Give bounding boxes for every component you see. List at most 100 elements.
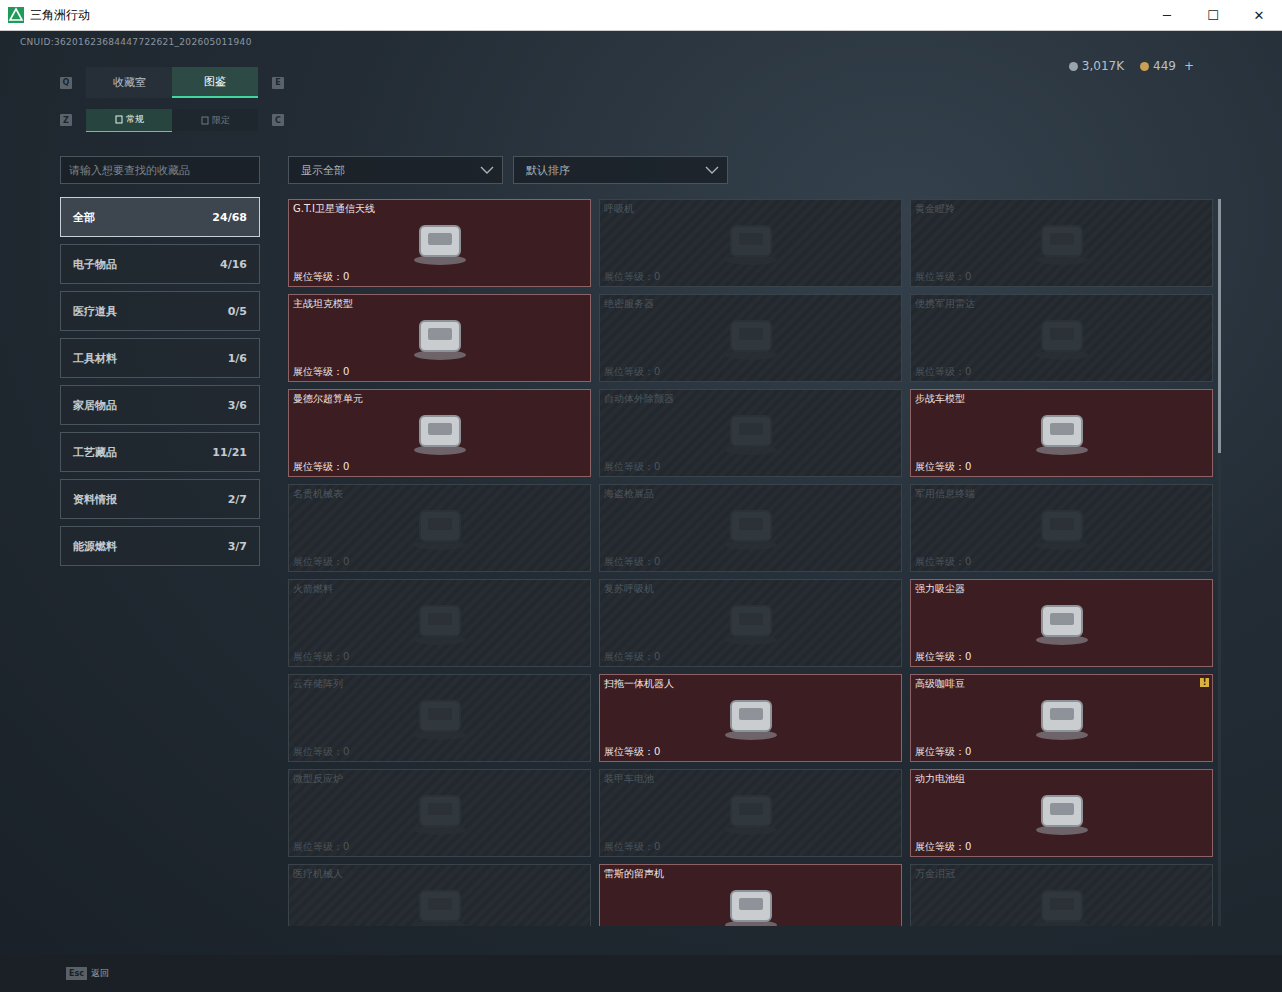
- collection-card[interactable]: 动力电池组展位等级：0: [910, 769, 1213, 857]
- key-hint: Q: [60, 77, 72, 89]
- item-icon: [1028, 499, 1096, 555]
- collection-card[interactable]: 绝密服务器展位等级：0: [599, 294, 902, 382]
- item-icon: [1028, 594, 1096, 650]
- collection-card[interactable]: 火箭燃料展位等级：0: [288, 579, 591, 667]
- item-icon: [406, 879, 474, 926]
- scrollbar[interactable]: [1218, 199, 1221, 926]
- item-name: 名贵机械表: [293, 487, 586, 501]
- collection-card[interactable]: 海盗枪展品展位等级：0: [599, 484, 902, 572]
- item-name: 绝密服务器: [604, 297, 897, 311]
- subtab[interactable]: 限定: [172, 109, 258, 131]
- item-name: 强力吸尘器: [915, 582, 1208, 596]
- subtab[interactable]: 常规: [86, 109, 172, 132]
- item-icon: [717, 594, 785, 650]
- sidebar-item[interactable]: 资料情报2/7: [60, 479, 260, 519]
- esc-key[interactable]: Esc: [66, 967, 87, 980]
- display-level: 展位等级：0: [915, 840, 1208, 854]
- display-level: 展位等级：0: [915, 460, 1208, 474]
- key-hint: C: [272, 114, 284, 126]
- key-hint: E: [272, 77, 284, 89]
- collection-card[interactable]: 医疗机械人: [288, 864, 591, 926]
- display-level: 展位等级：0: [604, 365, 897, 379]
- item-icon: [717, 404, 785, 460]
- sidebar-item[interactable]: 医疗道具0/5: [60, 291, 260, 331]
- category-label: 电子物品: [73, 257, 117, 272]
- collection-card[interactable]: 强力吸尘器展位等级：0: [910, 579, 1213, 667]
- collection-card[interactable]: 云存储阵列展位等级：0: [288, 674, 591, 762]
- search-input[interactable]: [60, 156, 260, 184]
- back-label[interactable]: 返回: [91, 967, 109, 980]
- collection-card[interactable]: 雷斯的留声机: [599, 864, 902, 926]
- collection-card[interactable]: 名贵机械表展位等级：0: [288, 484, 591, 572]
- collection-card[interactable]: 曼德尔超算单元展位等级：0: [288, 389, 591, 477]
- coin-icon: [1140, 62, 1149, 71]
- dropdown-value: 默认排序: [526, 163, 570, 178]
- display-level: 展位等级：0: [604, 555, 897, 569]
- collection-card[interactable]: 自动体外除颤器展位等级：0: [599, 389, 902, 477]
- item-icon: [406, 404, 474, 460]
- item-icon: [406, 499, 474, 555]
- collection-card[interactable]: 高级咖啡豆展位等级：0!: [910, 674, 1213, 762]
- collection-grid: G.T.I卫星通信天线展位等级：0呼吸机展位等级：0黄金瞪羚展位等级：0 主战坦克…: [288, 199, 1213, 926]
- collection-card[interactable]: 微型反应炉展位等级：0: [288, 769, 591, 857]
- category-label: 工具材料: [73, 351, 117, 366]
- display-level: 展位等级：0: [604, 270, 897, 284]
- item-name: 扫拖一体机器人: [604, 677, 897, 691]
- item-name: 火箭燃料: [293, 582, 586, 596]
- filter-dropdown[interactable]: 显示全部: [288, 156, 503, 184]
- item-name: 高级咖啡豆: [915, 677, 1208, 691]
- tab[interactable]: 收藏室: [86, 67, 172, 98]
- collection-card[interactable]: 万金泪冠: [910, 864, 1213, 926]
- sidebar-item[interactable]: 全部 24/68: [60, 197, 260, 237]
- item-icon: [406, 689, 474, 745]
- category-count: 3/6: [228, 399, 247, 412]
- display-level: 展位等级：0: [293, 460, 586, 474]
- tab[interactable]: 图鉴: [172, 67, 258, 98]
- category-count: 4/16: [220, 258, 247, 271]
- item-name: 装甲车电池: [604, 772, 897, 786]
- item-icon: [406, 594, 474, 650]
- category-count: 1/6: [228, 352, 247, 365]
- category-count: 24/68: [212, 211, 247, 224]
- item-icon: [717, 499, 785, 555]
- collection-card[interactable]: 呼吸机展位等级：0: [599, 199, 902, 287]
- collection-card[interactable]: 复苏呼吸机展位等级：0: [599, 579, 902, 667]
- collection-card[interactable]: 步战车模型展位等级：0: [910, 389, 1213, 477]
- scrollbar-thumb[interactable]: [1218, 199, 1221, 453]
- category-label: 全部: [73, 210, 95, 225]
- item-name: 主战坦克模型: [293, 297, 586, 311]
- category-count: 11/21: [212, 446, 247, 459]
- category-label: 医疗道具: [73, 304, 117, 319]
- sidebar-item[interactable]: 工具材料 1/6: [60, 338, 260, 378]
- collection-card[interactable]: 便携军用雷达展位等级：0: [910, 294, 1213, 382]
- subtab-label: 常规: [126, 113, 144, 126]
- item-icon: [717, 879, 785, 926]
- collection-card[interactable]: 装甲车电池展位等级：0: [599, 769, 902, 857]
- close-button[interactable]: ✕: [1236, 8, 1282, 23]
- filter-dropdown[interactable]: 默认排序: [513, 156, 728, 184]
- collection-card[interactable]: 扫拖一体机器人展位等级：0: [599, 674, 902, 762]
- collection-card[interactable]: G.T.I卫星通信天线展位等级：0: [288, 199, 591, 287]
- collection-card[interactable]: 主战坦克模型展位等级：0: [288, 294, 591, 382]
- sidebar-item[interactable]: 家居物品3/6: [60, 385, 260, 425]
- display-level: 展位等级：0: [915, 745, 1208, 759]
- maximize-button[interactable]: ☐: [1190, 8, 1236, 23]
- display-level: 展位等级：0: [293, 365, 586, 379]
- sidebar-item[interactable]: 工艺藏品11/21: [60, 432, 260, 472]
- add-currency-button[interactable]: +: [1184, 59, 1194, 73]
- collection-card[interactable]: 军用信息终端展位等级：0: [910, 484, 1213, 572]
- currency-bar: 3,017K449+: [1069, 59, 1194, 73]
- item-name: 步战车模型: [915, 392, 1208, 406]
- category-icon: [201, 116, 209, 125]
- item-name: 军用信息终端: [915, 487, 1208, 501]
- minimize-button[interactable]: ─: [1144, 8, 1190, 23]
- sidebar-item[interactable]: 能源燃料3/7: [60, 526, 260, 566]
- filter-bar: 显示全部 默认排序: [288, 156, 1213, 184]
- display-level: 展位等级：0: [915, 365, 1208, 379]
- collection-card[interactable]: 黄金瞪羚展位等级：0: [910, 199, 1213, 287]
- sidebar-item[interactable]: 电子物品 4/16: [60, 244, 260, 284]
- item-icon: [406, 784, 474, 840]
- currency: 449+: [1140, 59, 1194, 73]
- sidebar: 全部 24/68 电子物品 4/16 医疗道具0/5 工具材料 1/6 家居物品3/6 工艺藏品…: [60, 156, 260, 955]
- item-name: 微型反应炉: [293, 772, 586, 786]
